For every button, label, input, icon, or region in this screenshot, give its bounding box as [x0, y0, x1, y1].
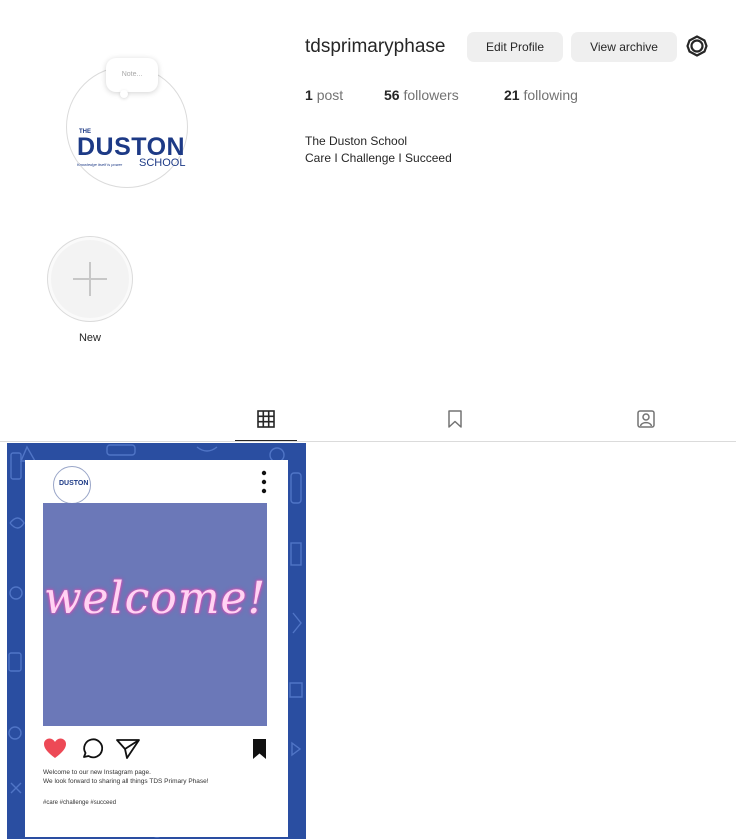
logo-school: SCHOOL	[139, 157, 186, 169]
bio-name: The Duston School	[305, 134, 408, 148]
post-hashtags: #care #challenge #succeed	[43, 800, 117, 806]
post-card: DUSTON welcome! Welcome to our new Insta…	[25, 460, 288, 837]
welcome-text: welcome!	[43, 573, 267, 624]
duston-logo: THE DUSTON SCHOOL Knowledge itself is po…	[77, 129, 185, 173]
more-options-icon	[261, 470, 267, 494]
tab-divider	[0, 441, 736, 442]
heart-icon	[44, 738, 66, 758]
post-avatar-text: DUSTON	[59, 480, 89, 487]
caption-line-2: We look forward to sharing all things TD…	[43, 778, 209, 785]
tab-active-indicator	[235, 440, 297, 441]
logo-tagline: Knowledge itself is power	[77, 162, 123, 167]
plus-icon	[73, 262, 107, 296]
bookmark-icon[interactable]	[445, 409, 465, 429]
username: tdsprimaryphase	[305, 36, 446, 57]
posts-count: 1	[305, 87, 313, 103]
comment-icon	[83, 738, 104, 759]
tagged-icon[interactable]	[636, 409, 656, 429]
share-icon	[116, 739, 140, 759]
bio-text: Care I Challenge I Succeed	[305, 151, 452, 165]
edit-profile-button[interactable]: Edit Profile	[467, 32, 563, 62]
save-icon	[253, 739, 266, 759]
highlight-inner	[51, 240, 129, 318]
followers-label: followers	[403, 87, 459, 103]
following-count: 21	[504, 87, 520, 103]
post-actions	[44, 738, 266, 759]
stat-followers[interactable]: 56 followers	[384, 87, 459, 103]
highlight-label: New	[78, 332, 101, 344]
new-highlight-button[interactable]	[47, 236, 133, 322]
post-image: welcome!	[43, 503, 267, 726]
stat-posts: 1 post	[305, 87, 343, 103]
post-tile[interactable]: DUSTON welcome! Welcome to our new Insta…	[7, 443, 306, 839]
post-caption: Welcome to our new Instagram page. We lo…	[43, 768, 273, 786]
view-archive-button[interactable]: View archive	[571, 32, 677, 62]
note-bubble[interactable]: Note...	[106, 58, 158, 98]
posts-label: post	[316, 87, 344, 103]
stat-following[interactable]: 21 following	[504, 87, 578, 103]
settings-gear-icon[interactable]	[685, 34, 709, 58]
following-label: following	[523, 87, 578, 103]
grid-icon[interactable]	[256, 409, 276, 429]
profile-avatar-area: THE DUSTON SCHOOL Knowledge itself is po…	[66, 42, 190, 190]
post-avatar: DUSTON	[53, 466, 91, 504]
caption-line-1: Welcome to our new Instagram page.	[43, 769, 151, 776]
followers-count: 56	[384, 87, 400, 103]
